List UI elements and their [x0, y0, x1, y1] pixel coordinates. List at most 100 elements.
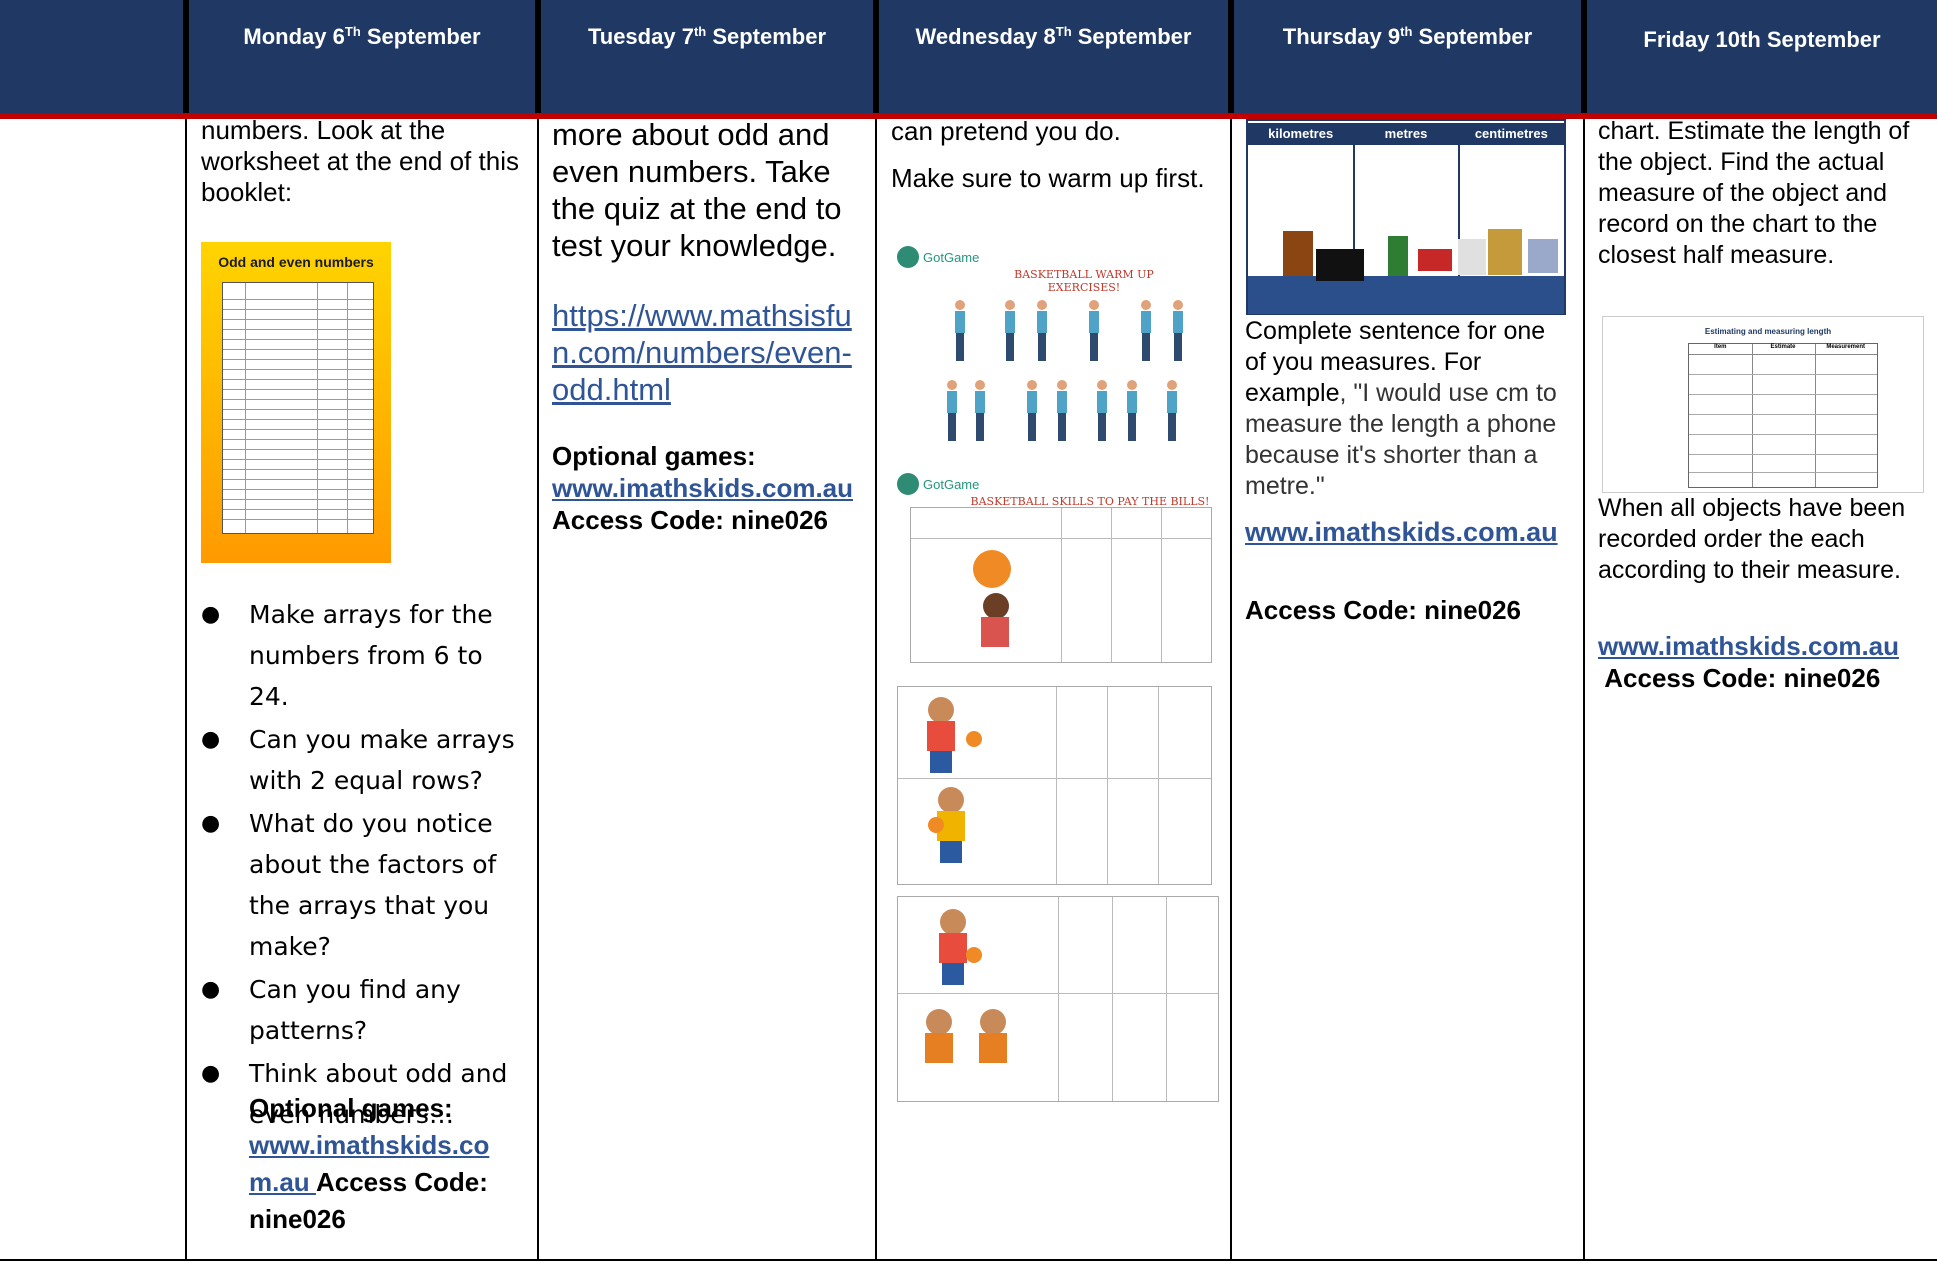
measurement-sheet-thumbnail: Estimating and measuring length Item Est…: [1602, 316, 1924, 493]
day-month: September: [1412, 24, 1533, 49]
brand-text: GotGame: [923, 249, 980, 265]
grid-line: [223, 429, 373, 430]
list-item-text: Can you make arrays with 2 equal rows?: [249, 725, 515, 795]
worksheet-table: [222, 282, 374, 534]
grid-line: [1689, 472, 1877, 473]
exercise-figure: [1025, 380, 1039, 442]
grid-line: [1815, 344, 1816, 487]
bullet-icon: ●: [201, 977, 221, 1002]
skills-sheet: [910, 507, 1212, 663]
exercise-figure: [1171, 300, 1185, 362]
grid-line: [1689, 374, 1877, 375]
grid-line: [1058, 897, 1059, 1101]
grid-line: [223, 509, 373, 510]
objects-strip: [1248, 276, 1564, 314]
day-name: Monday 6: [243, 24, 345, 49]
worksheet-title: Odd and even numbers: [218, 254, 374, 270]
mathsisfun-link[interactable]: https://www.mathsisfun.com/numbers/even-…: [552, 298, 852, 407]
house-image: [1283, 231, 1313, 276]
grid-line: [1112, 897, 1113, 1101]
list-item: ● Can you find any patterns?: [201, 969, 521, 1051]
col-measurement: Measurement: [1826, 344, 1866, 350]
exercise-figure: [1003, 300, 1017, 362]
gotgame-logo: GotGame: [897, 246, 979, 268]
bullet-icon: ●: [201, 727, 221, 752]
building-image: [1528, 239, 1558, 273]
optional-games-label: Optional games:: [552, 441, 756, 471]
exercise-figure: [1055, 380, 1069, 442]
thursday-link-block: www.imathskids.com.au: [1245, 516, 1570, 548]
day-name: Friday 10th September: [1643, 27, 1881, 52]
column-divider: [185, 119, 187, 1261]
day-name: Tuesday 7: [587, 24, 694, 49]
imathskids-link[interactable]: www.imathskids.com.au: [1598, 631, 1899, 661]
car-image: [1418, 249, 1452, 271]
grid-line: [1161, 508, 1162, 662]
grid-line: [223, 329, 373, 330]
grid-line: [1056, 687, 1057, 884]
grid-line: [1166, 897, 1167, 1101]
list-item: ● Can you make arrays with 2 equal rows?: [201, 719, 521, 801]
exercise-figure: [1087, 300, 1101, 362]
bullet-icon: ●: [201, 811, 221, 836]
basketball: [966, 947, 982, 963]
grid-line: [317, 283, 318, 533]
day-name: Wednesday 8: [915, 24, 1056, 49]
grid-line: [223, 499, 373, 500]
grid-line: [1689, 414, 1877, 415]
measurement-units-chart: kilometres metres centimetres: [1246, 119, 1566, 315]
grid-line: [223, 419, 373, 420]
grid-line: [223, 319, 373, 320]
tuesday-intro: more about odd and even numbers. Take th…: [552, 117, 842, 263]
gotgame-icon: [897, 473, 919, 495]
exercise-figure: [1139, 300, 1153, 362]
grid-line: [223, 469, 373, 470]
day-suffix: Th: [344, 24, 361, 39]
giraffe-image: [1488, 229, 1522, 275]
imathskids-link[interactable]: www.imathskids.com.au: [552, 473, 853, 503]
grid-line: [223, 389, 373, 390]
odd-even-worksheet-thumbnail: Odd and even numbers: [201, 242, 391, 563]
bullet-icon: ●: [201, 602, 221, 627]
list-item: ● What do you notice about the factors of…: [201, 803, 521, 967]
column-divider: [537, 119, 539, 1261]
grid-line: [898, 993, 1218, 994]
grid-line: [898, 778, 1211, 779]
friday-intro: chart. Estimate the length of the object…: [1598, 117, 1910, 269]
unit-kilometres: kilometres: [1268, 126, 1334, 141]
day-suffix: th: [693, 24, 707, 39]
grid-line: [223, 359, 373, 360]
basketball: [928, 817, 944, 833]
list-item-text: Can you find any patterns?: [249, 975, 461, 1045]
exercise-figure: [1165, 380, 1179, 442]
exercise-figure: [1125, 380, 1139, 442]
grid-line: [223, 399, 373, 400]
day-suffix: Th: [1055, 24, 1072, 39]
grid-line: [1107, 687, 1108, 884]
grid-line: [245, 283, 246, 533]
day-month: September: [706, 24, 827, 49]
grid-line: [1689, 394, 1877, 395]
friday-link-block: www.imathskids.com.au Access Code: nine0…: [1598, 630, 1928, 694]
laptop-image: [1316, 249, 1364, 281]
grid-line: [223, 459, 373, 460]
column-divider: [1583, 119, 1585, 1261]
bullet-icon: ●: [201, 1061, 221, 1086]
sheet-header-row: Item Estimate Measurement: [1689, 344, 1877, 354]
grid-line: [1689, 454, 1877, 455]
sheet-table: Item Estimate Measurement: [1688, 343, 1878, 488]
imathskids-link[interactable]: www.imathskids.com.au: [1245, 517, 1558, 547]
unit-centimetres: centimetres: [1474, 126, 1548, 141]
exercise-figure: [953, 300, 967, 362]
grid-line: [223, 439, 373, 440]
day-month: September: [1071, 24, 1192, 49]
grid-line: [223, 449, 373, 450]
grid-line: [223, 489, 373, 490]
gotgame-icon: [897, 246, 919, 268]
grid-line: [223, 309, 373, 310]
phone-image: [1458, 239, 1486, 275]
list-item-text: What do you notice about the factors of …: [249, 809, 497, 961]
col-item: Item: [1714, 344, 1727, 350]
thursday-sentence-text: Complete sentence for one of you measure…: [1245, 316, 1570, 502]
header-friday: Friday 10th September: [1587, 0, 1937, 113]
